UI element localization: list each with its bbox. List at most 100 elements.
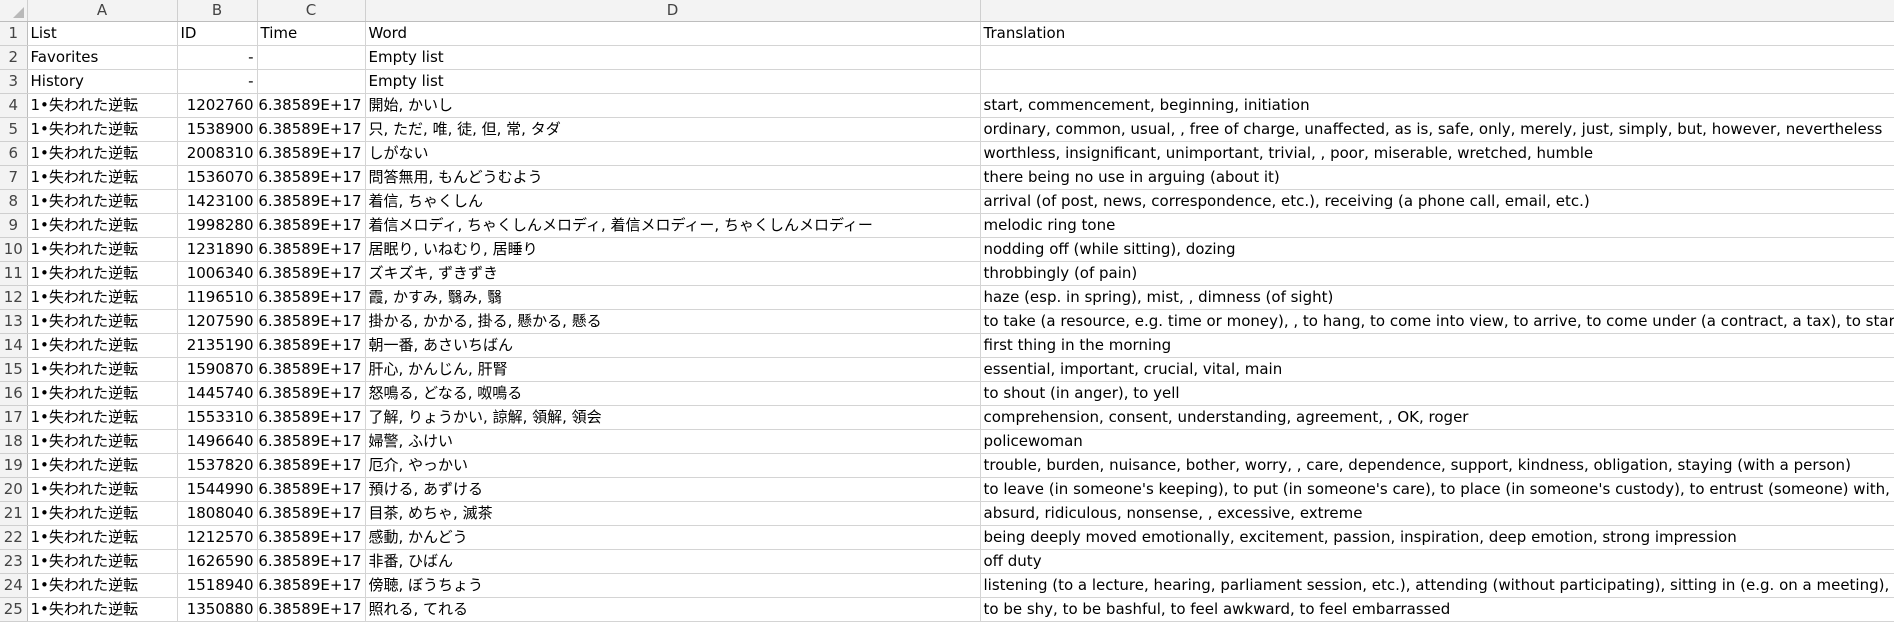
cell-list[interactable]: 1•失われた逆転 [27, 357, 178, 382]
cell-list[interactable]: 1•失われた逆転 [27, 309, 178, 334]
row-header[interactable]: 18 [0, 429, 28, 454]
cell-id[interactable]: 1537820 [177, 453, 258, 478]
cell-word[interactable]: 傍聴, ぼうちょう [365, 573, 981, 598]
column-header-c[interactable]: C [257, 0, 366, 22]
cell-id[interactable]: 1231890 [177, 237, 258, 262]
cell-translation-header[interactable]: Translation [980, 21, 1894, 46]
cell-translation[interactable]: haze (esp. in spring), mist, , dimness (… [980, 285, 1894, 310]
cell-word[interactable]: 厄介, やっかい [365, 453, 981, 478]
cell-translation[interactable]: melodic ring tone [980, 213, 1894, 238]
cell-id[interactable]: 1626590 [177, 549, 258, 574]
cell-translation[interactable] [980, 45, 1894, 70]
cell-list[interactable]: 1•失われた逆転 [27, 93, 178, 118]
row-header[interactable]: 23 [0, 549, 28, 574]
row-header[interactable]: 13 [0, 309, 28, 334]
row-header[interactable]: 17 [0, 405, 28, 430]
cell-list[interactable]: 1•失われた逆転 [27, 477, 178, 502]
cell-word[interactable]: 預ける, あずける [365, 477, 981, 502]
cell-time[interactable]: 6.38589E+17 [257, 357, 366, 382]
cell-time[interactable]: 6.38589E+17 [257, 309, 366, 334]
cell-translation[interactable]: listening (to a lecture, hearing, parlia… [980, 573, 1894, 598]
cell-word[interactable]: しがない [365, 141, 981, 166]
cell-id[interactable]: 1496640 [177, 429, 258, 454]
cell-time[interactable]: 6.38589E+17 [257, 93, 366, 118]
cell-word[interactable]: Empty list [365, 45, 981, 70]
cell-word[interactable]: ズキズキ, ずきずき [365, 261, 981, 286]
cell-word[interactable]: 着信, ちゃくしん [365, 189, 981, 214]
cell-list[interactable]: 1•失われた逆転 [27, 285, 178, 310]
cell-list[interactable]: 1•失われた逆転 [27, 549, 178, 574]
cell-id[interactable]: 1212570 [177, 525, 258, 550]
cell-list[interactable]: 1•失われた逆転 [27, 261, 178, 286]
spreadsheet-grid[interactable]: A B C D 1 List ID Time Word Translation … [0, 0, 1894, 622]
cell-word[interactable]: 掛かる, かかる, 掛る, 懸かる, 懸る [365, 309, 981, 334]
cell-translation[interactable]: there being no use in arguing (about it) [980, 165, 1894, 190]
cell-time[interactable]: 6.38589E+17 [257, 261, 366, 286]
column-header-e[interactable] [980, 0, 1894, 22]
cell-translation[interactable]: worthless, insignificant, unimportant, t… [980, 141, 1894, 166]
row-header[interactable]: 8 [0, 189, 28, 214]
row-header[interactable]: 24 [0, 573, 28, 598]
cell-translation[interactable]: to shout (in anger), to yell [980, 381, 1894, 406]
cell-time[interactable]: 6.38589E+17 [257, 453, 366, 478]
cell-translation[interactable]: nodding off (while sitting), dozing [980, 237, 1894, 262]
cell-list[interactable]: 1•失われた逆転 [27, 453, 178, 478]
cell-id[interactable]: 1544990 [177, 477, 258, 502]
row-header[interactable]: 11 [0, 261, 28, 286]
cell-id[interactable]: 1998280 [177, 213, 258, 238]
cell-id[interactable]: 1445740 [177, 381, 258, 406]
cell-translation[interactable]: essential, important, crucial, vital, ma… [980, 357, 1894, 382]
cell-time[interactable] [257, 69, 366, 94]
cell-id[interactable]: 1202760 [177, 93, 258, 118]
cell-time[interactable]: 6.38589E+17 [257, 333, 366, 358]
cell-translation[interactable]: trouble, burden, nuisance, bother, worry… [980, 453, 1894, 478]
cell-translation[interactable]: first thing in the morning [980, 333, 1894, 358]
cell-time[interactable]: 6.38589E+17 [257, 381, 366, 406]
row-header[interactable]: 22 [0, 525, 28, 550]
cell-list[interactable]: 1•失われた逆転 [27, 405, 178, 430]
row-header[interactable]: 3 [0, 69, 28, 94]
cell-word[interactable]: 肝心, かんじん, 肝腎 [365, 357, 981, 382]
row-header[interactable]: 16 [0, 381, 28, 406]
cell-id[interactable]: - [177, 45, 258, 70]
cell-word[interactable]: 感動, かんどう [365, 525, 981, 550]
cell-time[interactable]: 6.38589E+17 [257, 477, 366, 502]
cell-list[interactable]: 1•失われた逆転 [27, 141, 178, 166]
cell-list[interactable]: 1•失われた逆転 [27, 597, 178, 622]
cell-word[interactable]: 霞, かすみ, 翳み, 翳 [365, 285, 981, 310]
cell-time-header[interactable]: Time [257, 21, 366, 46]
cell-list[interactable]: 1•失われた逆転 [27, 501, 178, 526]
cell-id[interactable]: 1536070 [177, 165, 258, 190]
cell-list[interactable]: 1•失われた逆転 [27, 117, 178, 142]
cell-id-header[interactable]: ID [177, 21, 258, 46]
cell-list[interactable]: 1•失われた逆転 [27, 213, 178, 238]
cell-id[interactable]: 2008310 [177, 141, 258, 166]
cell-time[interactable]: 6.38589E+17 [257, 213, 366, 238]
cell-list[interactable]: History [27, 69, 178, 94]
cell-translation[interactable]: being deeply moved emotionally, exciteme… [980, 525, 1894, 550]
row-header[interactable]: 5 [0, 117, 28, 142]
cell-time[interactable]: 6.38589E+17 [257, 573, 366, 598]
cell-translation[interactable]: off duty [980, 549, 1894, 574]
cell-list[interactable]: 1•失われた逆転 [27, 333, 178, 358]
cell-id[interactable]: 1423100 [177, 189, 258, 214]
column-header-a[interactable]: A [27, 0, 178, 22]
row-header[interactable]: 10 [0, 237, 28, 262]
cell-word[interactable]: 婦警, ふけい [365, 429, 981, 454]
cell-time[interactable]: 6.38589E+17 [257, 525, 366, 550]
cell-word[interactable]: 了解, りょうかい, 諒解, 領解, 領会 [365, 405, 981, 430]
cell-time[interactable]: 6.38589E+17 [257, 237, 366, 262]
cell-translation[interactable]: comprehension, consent, understanding, a… [980, 405, 1894, 430]
row-header[interactable]: 2 [0, 45, 28, 70]
cell-list[interactable]: 1•失われた逆転 [27, 165, 178, 190]
cell-word[interactable]: 居眠り, いねむり, 居睡り [365, 237, 981, 262]
cell-translation[interactable] [980, 69, 1894, 94]
cell-time[interactable]: 6.38589E+17 [257, 405, 366, 430]
cell-time[interactable]: 6.38589E+17 [257, 189, 366, 214]
cell-id[interactable]: 1518940 [177, 573, 258, 598]
cell-list[interactable]: 1•失われた逆転 [27, 573, 178, 598]
cell-word[interactable]: 着信メロディ, ちゃくしんメロディ, 着信メロディー, ちゃくしんメロディー [365, 213, 981, 238]
cell-translation[interactable]: to take (a resource, e.g. time or money)… [980, 309, 1894, 334]
cell-list[interactable]: 1•失われた逆転 [27, 189, 178, 214]
cell-id[interactable]: 1538900 [177, 117, 258, 142]
